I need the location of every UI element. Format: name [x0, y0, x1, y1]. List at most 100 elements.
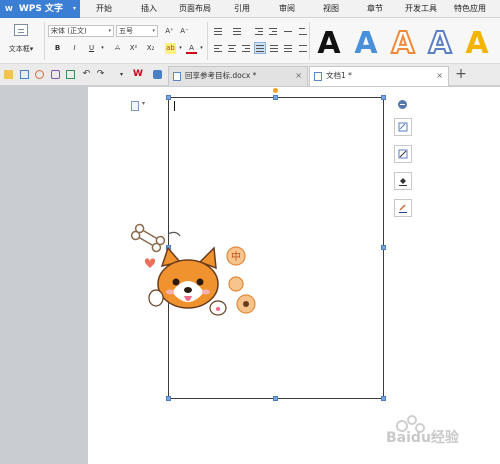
resize-handle-sw[interactable]: [166, 396, 171, 401]
paragraph-mark-icon[interactable]: [131, 101, 139, 111]
wps-app-menu[interactable]: W WPS 文字 ▾: [0, 0, 80, 18]
text-style-preset-1[interactable]: A: [317, 26, 341, 61]
save-icon[interactable]: [20, 70, 29, 79]
ribbon: 文本框▾ 宋体 (正文) ▾ 五号 ▾ A⁺ A⁻ B I U ▾ A X² X₂ …: [0, 18, 500, 64]
italic-button[interactable]: I: [69, 43, 80, 54]
print-icon[interactable]: [51, 70, 60, 79]
chevron-down-icon[interactable]: ▾: [117, 70, 126, 79]
resize-handle-s[interactable]: [273, 396, 278, 401]
close-icon[interactable]: ×: [436, 67, 443, 85]
shrink-font-button[interactable]: A⁻: [179, 26, 190, 37]
text-style-preset-2[interactable]: A: [354, 26, 378, 61]
tab-references[interactable]: 引用: [234, 0, 250, 18]
document-icon: [314, 72, 322, 81]
layout-icon: [398, 122, 408, 132]
tab-document-1[interactable]: 文档1 * ×: [309, 66, 449, 86]
chevron-down-icon[interactable]: ▾: [196, 43, 207, 54]
text-cursor: [174, 101, 175, 111]
align-left-icon[interactable]: [213, 43, 223, 53]
quick-access-bar: ↶ ↷ ▾ W 回享参考目标.docx * × 文档1 * × +: [0, 64, 500, 86]
superscript-button[interactable]: X²: [128, 43, 139, 54]
textbox-label: 文本框▾: [8, 45, 34, 53]
wps-logo-icon: W: [5, 5, 13, 13]
bold-button[interactable]: B: [52, 43, 63, 54]
divider: [309, 22, 310, 60]
outline-color-button[interactable]: [394, 199, 412, 217]
decrease-indent-icon[interactable]: [254, 26, 264, 36]
textbox-button[interactable]: 文本框▾: [2, 22, 40, 60]
chevron-down-icon: ▾: [72, 5, 76, 12]
text-direction-icon[interactable]: [283, 26, 293, 36]
text-style-gallery-svg: AAAAA: [317, 25, 489, 62]
underline-button[interactable]: U: [86, 43, 97, 54]
undo-icon[interactable]: ↶: [82, 70, 91, 79]
strikethrough-button[interactable]: A: [112, 43, 123, 54]
svg-text:中: 中: [231, 250, 241, 263]
menu-bar: W WPS 文字 ▾ 开始 插入 页面布局 引用 审阅 视图 章节 开发工具 特…: [0, 0, 500, 18]
resize-handle-e[interactable]: [381, 245, 386, 250]
collapse-toolbar-icon[interactable]: [398, 100, 407, 109]
document-icon: [173, 72, 181, 81]
grow-font-button[interactable]: A⁺: [164, 26, 175, 37]
align-center-icon[interactable]: [227, 43, 237, 53]
resize-handle-ne[interactable]: [381, 95, 386, 100]
tab-special[interactable]: 特色应用: [454, 0, 486, 18]
sort-icon[interactable]: [298, 26, 308, 36]
tab-insert[interactable]: 插入: [141, 0, 157, 18]
line-spacing-icon[interactable]: [283, 43, 293, 53]
cloud-icon[interactable]: [153, 70, 162, 79]
subscript-button[interactable]: X₂: [145, 43, 156, 54]
print-preview-icon[interactable]: [66, 70, 75, 79]
corgi-sticker-image: 中: [130, 223, 256, 316]
rotate-handle[interactable]: [273, 88, 278, 93]
chevron-down-icon[interactable]: ▾: [142, 100, 145, 107]
resize-handle-nw[interactable]: [166, 95, 171, 100]
paint-bucket-icon: [399, 178, 407, 186]
tab-label: 文档1 *: [326, 71, 352, 80]
font-size-select[interactable]: 五号 ▾: [116, 25, 158, 37]
text-style-preset-4[interactable]: A: [427, 25, 453, 62]
coin-icon: [228, 276, 244, 292]
close-icon[interactable]: ×: [295, 67, 302, 85]
pencil-icon: [398, 149, 408, 159]
paragraph-settings-icon[interactable]: [298, 43, 308, 53]
open-folder-icon[interactable]: [4, 70, 13, 79]
chevron-down-icon[interactable]: ▾: [175, 43, 186, 54]
bullet-list-icon[interactable]: [213, 26, 223, 36]
new-tab-icon[interactable]: +: [455, 67, 467, 81]
textbox-icon: [14, 24, 28, 36]
text-style-preset-5[interactable]: A: [465, 26, 489, 61]
align-right-icon[interactable]: [241, 43, 251, 53]
chevron-down-icon[interactable]: ▾: [97, 43, 108, 54]
tab-chapter[interactable]: 章节: [367, 0, 383, 18]
tab-page-layout[interactable]: 页面布局: [179, 0, 211, 18]
font-name-select[interactable]: 宋体 (正文) ▾: [48, 25, 114, 37]
edit-shape-button[interactable]: [394, 145, 412, 163]
wps-mini-icon[interactable]: W: [133, 70, 143, 79]
divider: [44, 22, 45, 60]
justify-icon[interactable]: [254, 42, 266, 54]
tab-developer[interactable]: 开发工具: [405, 0, 437, 18]
tab-view[interactable]: 视图: [323, 0, 339, 18]
layout-options-button[interactable]: [394, 118, 412, 136]
distributed-align-icon[interactable]: [269, 43, 279, 53]
increase-indent-icon[interactable]: [268, 26, 278, 36]
svg-text:Baidu经验: Baidu经验: [386, 429, 460, 446]
app-name: WPS 文字: [18, 4, 64, 14]
text-style-preset-3[interactable]: A: [390, 25, 416, 62]
baidu-watermark-logo: Baidu经验: [386, 415, 460, 446]
fill-color-button[interactable]: [394, 172, 412, 190]
resize-handle-se[interactable]: [381, 396, 386, 401]
export-pdf-icon[interactable]: [35, 70, 44, 79]
tab-home[interactable]: 开始: [96, 0, 112, 18]
divider: [207, 22, 208, 60]
outline-pen-icon: [399, 204, 407, 213]
resize-handle-n[interactable]: [273, 95, 278, 100]
tab-document-reference[interactable]: 回享参考目标.docx * ×: [168, 66, 308, 86]
redo-icon[interactable]: ↷: [96, 70, 105, 79]
tab-label: 回享参考目标.docx *: [185, 71, 257, 80]
tab-review[interactable]: 审阅: [279, 0, 295, 18]
bone-icon: [130, 223, 166, 253]
numbered-list-icon[interactable]: [232, 26, 242, 36]
text-style-gallery: AAAAA: [311, 21, 500, 62]
